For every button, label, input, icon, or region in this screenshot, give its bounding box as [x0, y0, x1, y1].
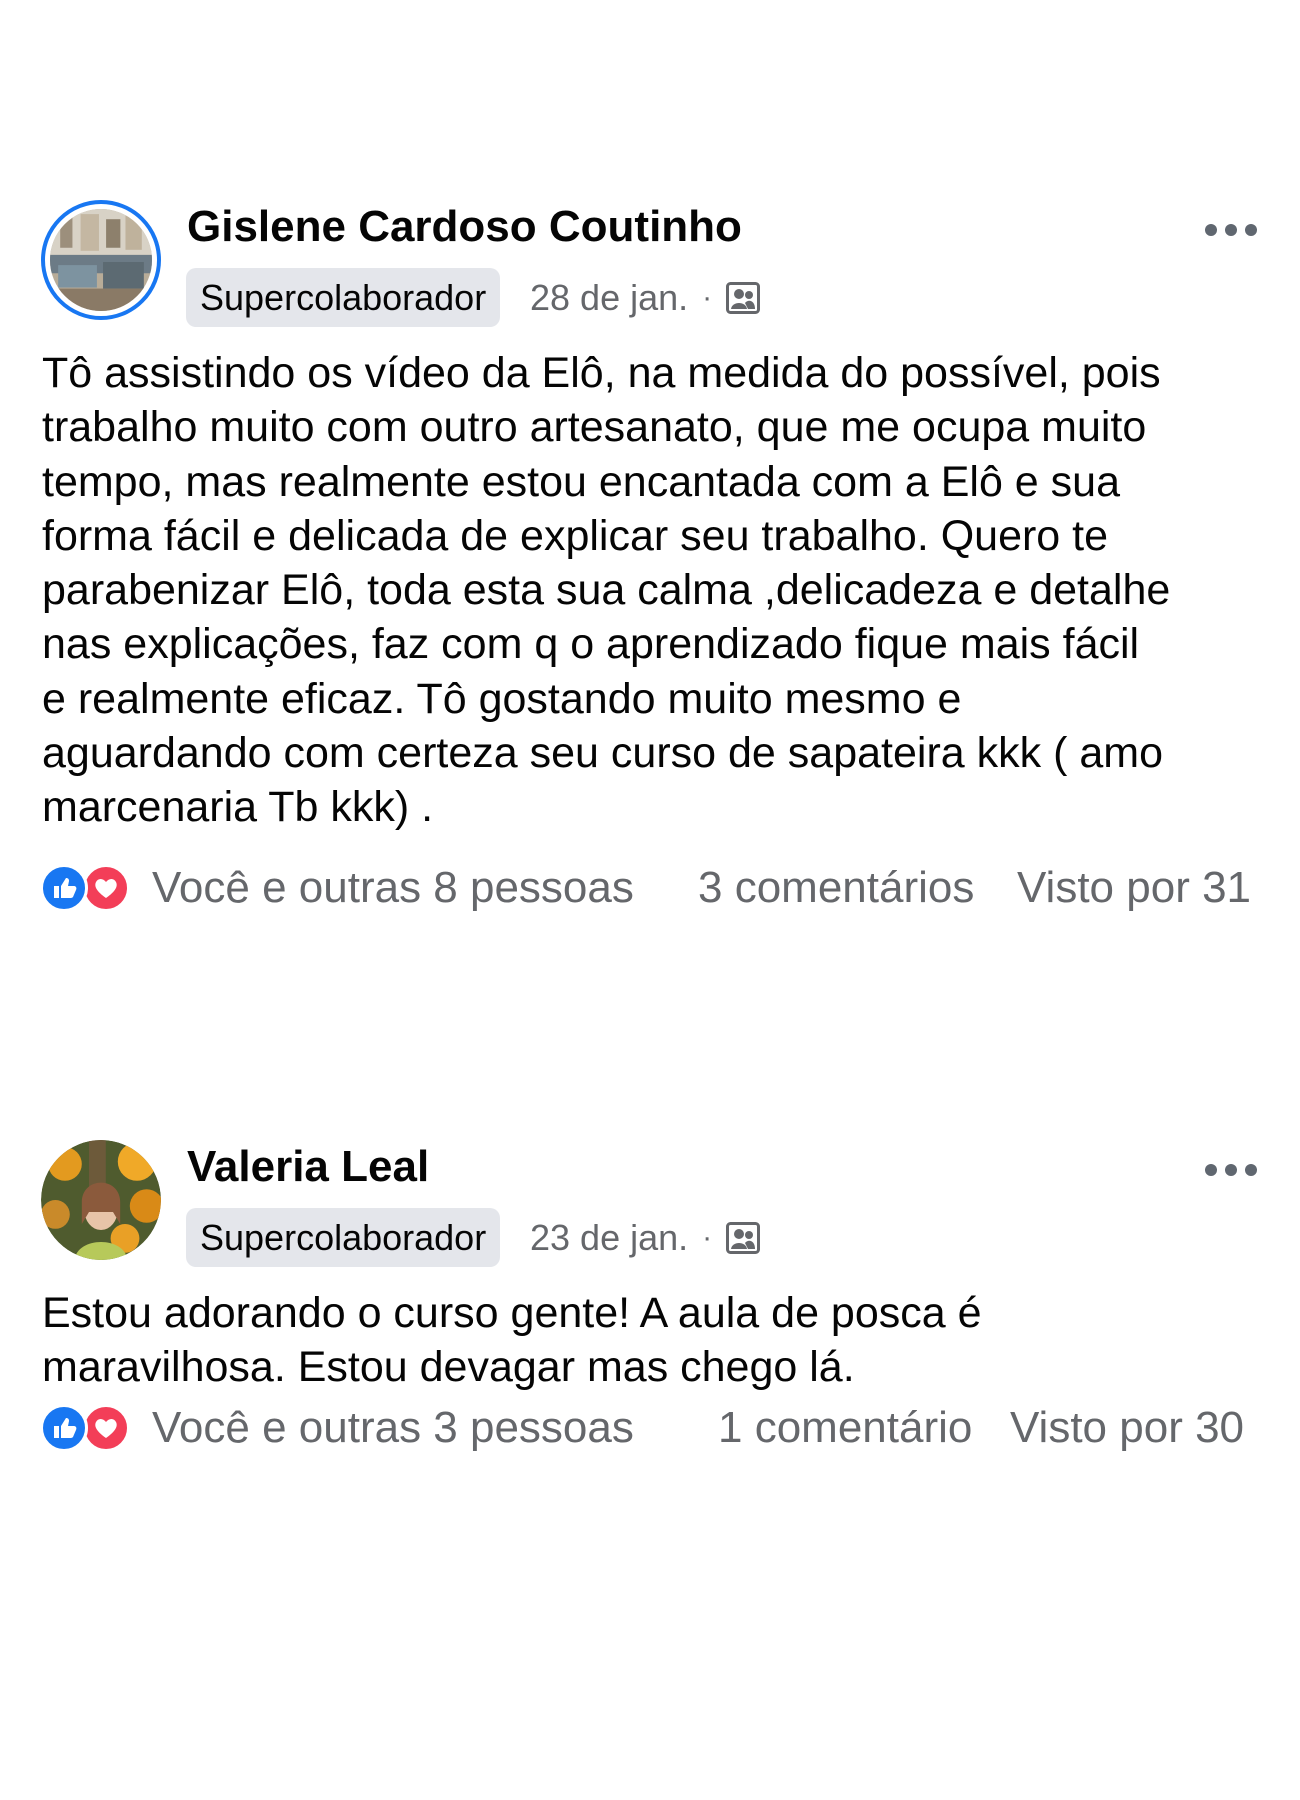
love-reaction-icon — [82, 1404, 130, 1452]
avatar-photo — [41, 1140, 161, 1260]
meta-separator: · — [702, 281, 713, 314]
post-footer: Você e outras 8 pessoas 3 comentários Vi… — [40, 858, 1270, 918]
more-options-icon[interactable] — [1205, 1160, 1257, 1180]
more-options-icon[interactable] — [1205, 220, 1257, 240]
post-meta: 23 de jan. · — [530, 1208, 761, 1267]
author-avatar[interactable] — [41, 1140, 161, 1260]
reactions-summary[interactable]: Você e outras 8 pessoas — [152, 858, 634, 918]
reactions-icons[interactable] — [40, 864, 140, 914]
post-text: Tô assistindo os vídeo da Elô, na medida… — [42, 349, 1171, 832]
post-date[interactable]: 28 de jan. — [530, 268, 688, 327]
author-avatar[interactable] — [41, 200, 161, 320]
avatar-photo — [50, 209, 152, 311]
meta-separator: · — [702, 1221, 713, 1254]
group-icon — [726, 281, 761, 314]
post-date[interactable]: 23 de jan. — [530, 1208, 688, 1267]
post-text: Estou adorando o curso gente! A aula de … — [42, 1289, 982, 1392]
like-reaction-icon — [40, 864, 88, 912]
reactions-icons[interactable] — [40, 1404, 140, 1454]
author-name[interactable]: Valeria Leal — [187, 1140, 429, 1194]
like-reaction-icon — [40, 1404, 88, 1452]
reactions-summary[interactable]: Você e outras 3 pessoas — [152, 1398, 634, 1458]
seen-by-count[interactable]: Visto por 30 — [1010, 1398, 1244, 1458]
seen-by-count[interactable]: Visto por 31 — [1017, 858, 1251, 918]
contributor-badge: Supercolaborador — [186, 268, 501, 327]
comments-count[interactable]: 1 comentário — [718, 1398, 972, 1458]
author-name[interactable]: Gislene Cardoso Coutinho — [187, 200, 742, 254]
post-footer: Você e outras 3 pessoas 1 comentário Vis… — [40, 1398, 1270, 1458]
group-icon — [726, 1221, 761, 1254]
post-meta: 28 de jan. · — [530, 268, 761, 327]
love-reaction-icon — [82, 864, 130, 912]
contributor-badge: Supercolaborador — [186, 1208, 501, 1267]
comments-count[interactable]: 3 comentários — [698, 858, 974, 918]
